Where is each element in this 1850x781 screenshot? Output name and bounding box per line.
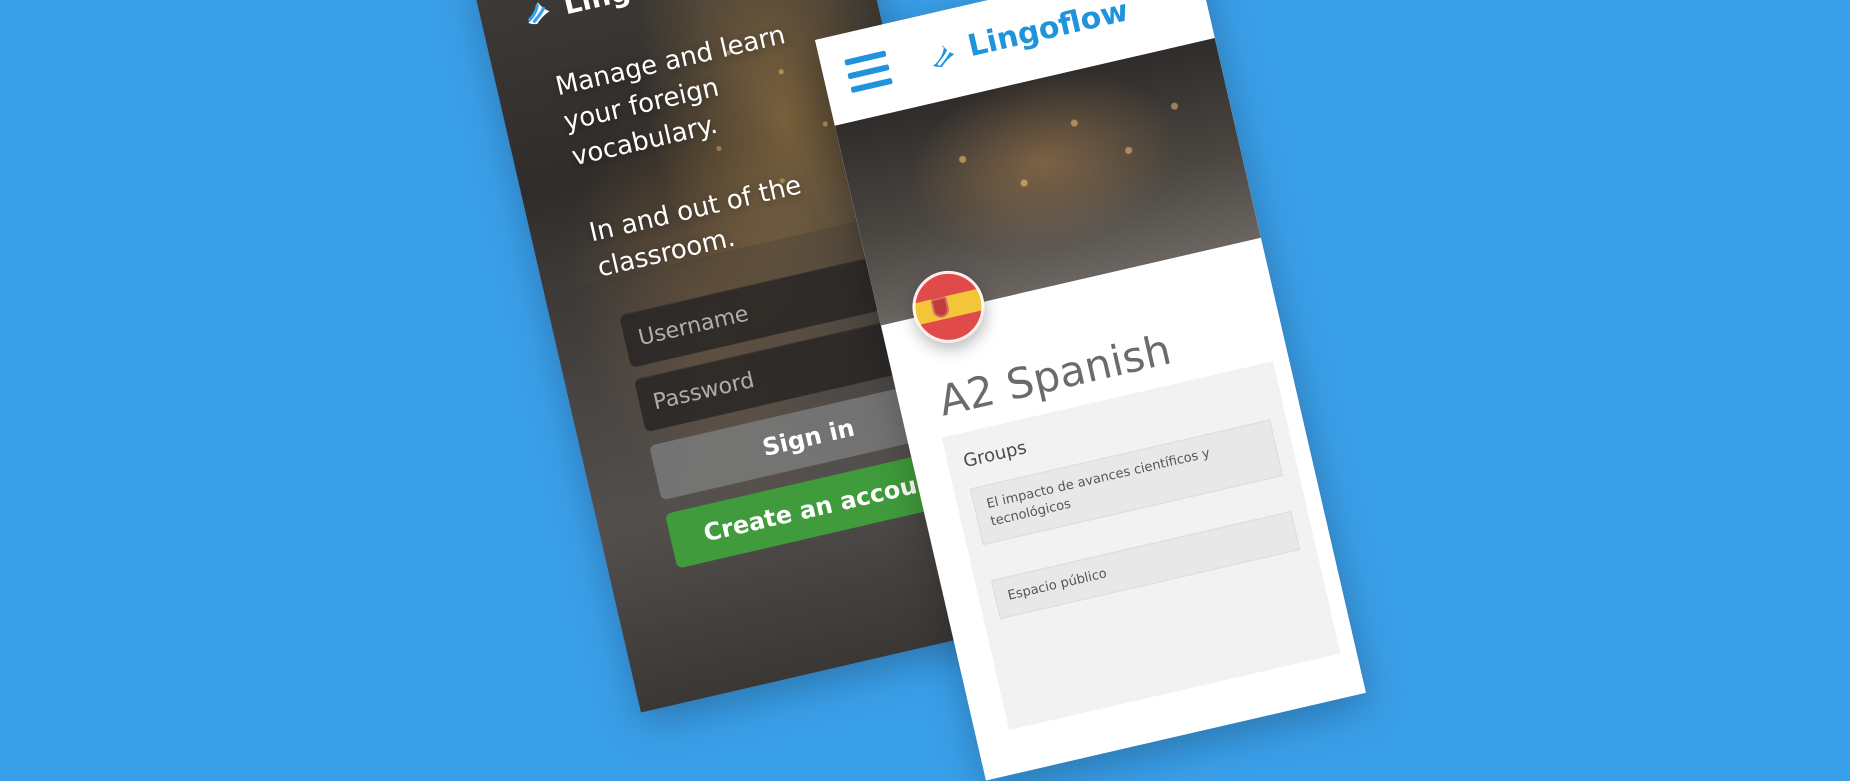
brand-name: Lingoflow [964,0,1132,65]
group-title: Espacio público [1006,566,1109,604]
menu-icon-line [850,77,893,94]
lingoflow-logo-icon [932,44,955,67]
menu-icon-line [847,64,890,80]
menu-icon[interactable] [844,50,893,94]
sign-in-label: Sign in [759,413,858,462]
username-placeholder: Username [635,301,751,351]
menu-icon-line [844,50,887,66]
lingoflow-logo: Lingoflow [922,0,1132,74]
password-placeholder: Password [650,367,757,415]
flag-shield-icon [930,296,951,320]
groups-panel: Groups El impacto de avances científicos… [941,361,1341,731]
groups-label: Groups [961,437,1029,473]
course-phone-screen: Lingoflow A2 Spanish Groups El impacto d… [815,0,1366,781]
